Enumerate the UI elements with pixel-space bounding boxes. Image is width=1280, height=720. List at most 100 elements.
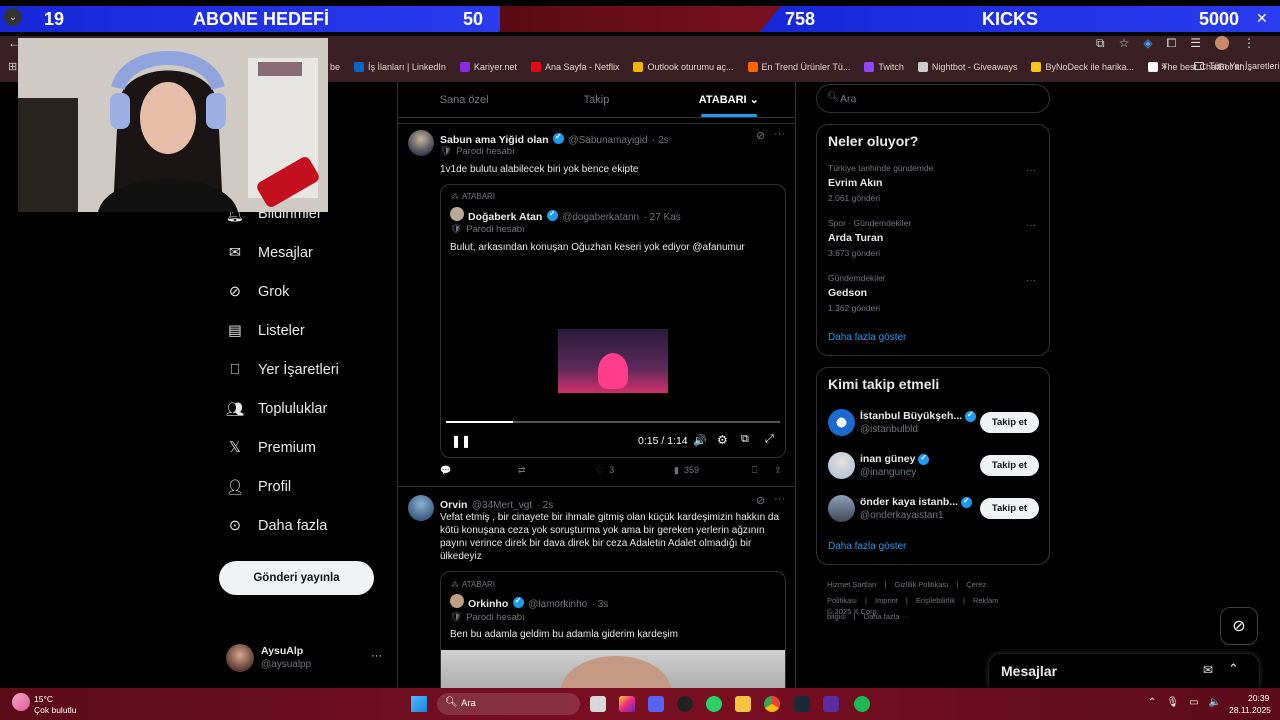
post-more-icon[interactable]: ···	[774, 128, 785, 140]
trend-more-icon[interactable]: ···	[1026, 275, 1036, 286]
expand-up-icon[interactable]: ⌃	[1228, 661, 1239, 677]
trend-item[interactable]: Spor · Gündemdekiler Arda Turan 3.673 gönd…	[828, 218, 1040, 258]
trend-item[interactable]: Gündemdekiler Gedson 1.362 gönderi ···	[828, 273, 1040, 313]
apps-grid-icon[interactable]: ⊞	[8, 60, 17, 73]
taskbar-search[interactable]: 🔍︎ Ara	[437, 693, 580, 715]
post-item[interactable]: Orvin @34Mert_vgt · 2s ⊘ ··· Vefat etmiş…	[398, 487, 795, 688]
suggestion-name[interactable]: inan güney	[860, 453, 915, 465]
suggestion-avatar[interactable]	[828, 409, 855, 436]
github-icon[interactable]	[677, 696, 693, 712]
fullscreen-icon[interactable]: ⤢	[765, 433, 774, 446]
file-explorer-icon[interactable]	[590, 696, 606, 712]
follow-show-more[interactable]: Daha fazla göster	[828, 541, 906, 552]
profile-avatar-icon[interactable]	[1214, 36, 1229, 50]
nav-item-mail[interactable]: ✉ Mesajlar	[226, 244, 313, 262]
bookmark-post-icon[interactable]: ⎕	[752, 465, 757, 476]
all-bookmarks-folder[interactable]: Tüm Yer İşaretleri	[1194, 61, 1280, 71]
start-windows-icon[interactable]	[411, 696, 427, 712]
spotify-icon[interactable]	[854, 696, 870, 712]
quote-author-name[interactable]: Doğaberk Atan	[468, 211, 542, 223]
trend-more-icon[interactable]: ···	[1026, 220, 1036, 231]
post-author-avatar[interactable]	[408, 495, 434, 521]
bookmark-item[interactable]: Twitch	[864, 62, 904, 72]
post-author-name[interactable]: Sabun ama Yiğid olan	[440, 134, 549, 146]
folder-app-icon[interactable]	[735, 696, 751, 712]
follow-suggestion[interactable]: önder kaya istanb... @onderkayaistan1 Tak…	[817, 494, 1049, 524]
puzzle-extensions-icon[interactable]: ⧠	[1167, 36, 1177, 51]
views-button[interactable]: ▮ 359	[674, 465, 699, 476]
tab-following[interactable]: Takip	[530, 82, 662, 117]
discord-icon[interactable]	[648, 696, 664, 712]
pause-icon[interactable]: ❚❚	[451, 434, 471, 448]
bookmark-item[interactable]: Outlook oturumu aç...	[633, 62, 734, 72]
account-more-icon[interactable]: ···	[371, 650, 382, 662]
settings-gear-icon[interactable]: ⚙	[717, 433, 728, 447]
share-icon[interactable]: ⇪	[774, 465, 782, 476]
tab-for-you[interactable]: Sana özel	[398, 82, 530, 117]
quote-video-thumbnail[interactable]	[441, 650, 785, 688]
weather-icon[interactable]	[12, 693, 30, 711]
bookmark-item[interactable]: ByNoDeck ile harika...	[1031, 62, 1134, 72]
extension-icon[interactable]: ◈	[1143, 36, 1152, 51]
nav-item-communities[interactable]: 👥︎ Topluluklar	[226, 400, 328, 418]
microphone-icon[interactable]: 🎙	[1166, 697, 1179, 708]
quoted-post[interactable]: ⁂ ATABARI Doğaberk Atan @dogaberkatann ·…	[440, 184, 786, 458]
footer-link[interactable]: Gizlilik Politikası	[895, 580, 949, 589]
star-bookmark-icon[interactable]: ☆	[1119, 36, 1130, 51]
taskbar-search-input[interactable]: Ara	[461, 698, 476, 709]
bookmark-item[interactable]: Nightbot - Giveaways	[917, 62, 1017, 72]
quote-author-avatar[interactable]	[450, 207, 464, 221]
clock-date[interactable]: 28.11.2025	[1229, 705, 1271, 715]
like-button[interactable]: ♡ 3	[596, 465, 614, 476]
follow-button[interactable]: Takip et	[980, 455, 1039, 476]
clock-time[interactable]: 20:39	[1248, 693, 1269, 703]
video-progress-track[interactable]	[446, 421, 780, 423]
vegas-app-icon[interactable]	[823, 696, 839, 712]
post-author-name[interactable]: Orvin	[440, 499, 467, 511]
suggestion-avatar[interactable]	[828, 495, 855, 522]
bookmark-item[interactable]: İş İlanları | LinkedIn	[354, 62, 446, 72]
overlay-close-icon[interactable]: ✕	[1256, 10, 1268, 27]
volume-icon[interactable]: 🔊	[693, 434, 707, 447]
post-timestamp[interactable]: · 2s	[652, 135, 669, 146]
tray-chevron-icon[interactable]: ⌃	[1148, 697, 1156, 708]
media-control-icon[interactable]: ☰	[1190, 36, 1201, 51]
quoted-post[interactable]: ⁂ ATABARI Orkinho @lamorkinho · 3s 🛡 Par…	[440, 571, 786, 688]
trend-more-icon[interactable]: ···	[1026, 165, 1036, 176]
network-icon[interactable]: ▭	[1189, 697, 1198, 708]
grok-fab[interactable]: ⊘	[1220, 607, 1258, 645]
post-timestamp[interactable]: · 2s	[537, 500, 554, 511]
grok-explain-icon[interactable]: ⊘	[756, 129, 765, 142]
reply-icon[interactable]: 💬	[440, 465, 451, 476]
trend-item[interactable]: Türkiye tarihinde gündemde Evrim Akın 2.06…	[828, 163, 1040, 203]
footer-link[interactable]: Hizmet Şartları	[827, 580, 877, 589]
quote-author-avatar[interactable]	[450, 594, 464, 608]
speaker-icon[interactable]: 🔈	[1209, 697, 1221, 708]
steam-icon[interactable]	[794, 696, 810, 712]
install-app-icon[interactable]: ⧉	[1096, 36, 1105, 51]
chrome-icon[interactable]	[764, 696, 780, 712]
bookmark-item[interactable]: Ana Sayfa - Netflix	[530, 62, 619, 72]
suggestion-avatar[interactable]	[828, 452, 855, 479]
suggestion-name[interactable]: önder kaya istanb...	[860, 496, 958, 508]
overlay-chevron-icon[interactable]: ⌄	[4, 8, 22, 26]
bookmark-item[interactable]: be	[330, 62, 340, 72]
nav-item-x-logo[interactable]: 𝕏 Premium	[226, 439, 316, 457]
post-more-icon[interactable]: ···	[774, 493, 785, 505]
nav-item-profile[interactable]: 👤︎ Profil	[226, 478, 291, 496]
pip-icon[interactable]: ⧉	[741, 433, 749, 446]
follow-suggestion[interactable]: inan güney @inanguney Takip et	[817, 451, 1049, 481]
footer-link[interactable]: Imprint	[875, 596, 898, 605]
instagram-icon[interactable]	[619, 696, 635, 712]
account-switcher[interactable]: AysuAlp @aysualpp ···	[226, 644, 386, 674]
post-author-handle[interactable]: @Sabunamayigid	[568, 135, 647, 146]
grok-explain-icon[interactable]: ⊘	[756, 494, 765, 507]
suggestion-name[interactable]: İstanbul Büyükşeh...	[860, 410, 962, 422]
nav-item-bookmark[interactable]: ⎕ Yer İşaretleri	[226, 361, 339, 379]
messages-drawer[interactable]: Mesajlar ✉ ⌃	[989, 654, 1259, 688]
post-button[interactable]: Gönderi yayınla	[219, 561, 374, 595]
follow-suggestion[interactable]: İstanbul Büyükşeh... @istanbulbld Takip e…	[817, 408, 1049, 438]
new-message-icon[interactable]: ✉	[1203, 663, 1213, 677]
nav-item-list[interactable]: ▤ Listeler	[226, 322, 305, 340]
nav-item-more-circle[interactable]: ⊙ Daha fazla	[226, 517, 327, 535]
